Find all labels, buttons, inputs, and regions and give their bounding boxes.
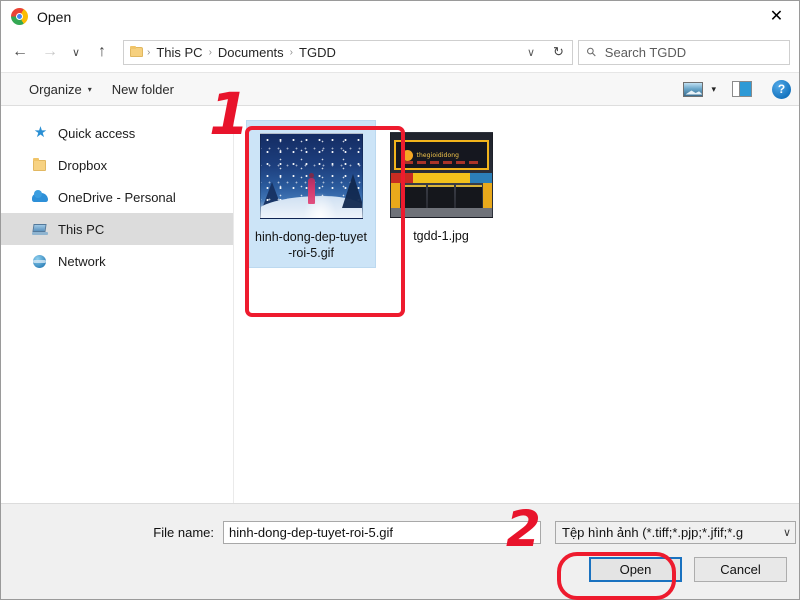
store-sign-decoration: thegioididong xyxy=(393,140,489,170)
sidebar-item-quick-access[interactable]: ★ Quick access xyxy=(1,117,233,149)
command-bar: Organize ▾ New folder ▾ ? xyxy=(1,72,799,106)
file-thumbnail-snowy-night xyxy=(259,133,363,219)
file-name-input[interactable]: hinh-dong-dep-tuyet-roi-5.gif xyxy=(223,521,541,544)
file-grid: hinh-dong-dep-tuyet-roi-5.gif thegioidid… xyxy=(246,120,799,268)
store-sign-text-decoration xyxy=(403,161,479,164)
computer-icon xyxy=(32,221,49,237)
chevron-down-icon: ▾ xyxy=(87,84,92,94)
chevron-down-icon[interactable]: ∨ xyxy=(523,46,543,59)
chevron-down-icon[interactable]: ▾ xyxy=(703,84,726,95)
organize-label: Organize xyxy=(29,81,82,97)
network-globe-icon xyxy=(32,253,49,269)
chevron-down-icon: ∨ xyxy=(782,527,791,539)
search-icon: ⚲ xyxy=(583,43,600,61)
organize-button[interactable]: Organize ▾ xyxy=(19,77,102,101)
refresh-button[interactable]: ↻ xyxy=(545,39,573,65)
recent-locations-button[interactable]: ∨ xyxy=(65,37,87,67)
store-front-decoration xyxy=(390,183,492,217)
navigation-bar: ← → ∨ ↑ › This PC › Documents › TGDD ∨ ↻… xyxy=(1,32,799,72)
preview-pane-right xyxy=(740,82,751,96)
sidebar-item-label: OneDrive - Personal xyxy=(58,189,176,205)
sidebar-item-onedrive[interactable]: OneDrive - Personal xyxy=(1,181,233,213)
up-button[interactable]: ↑ xyxy=(87,37,117,67)
store-brand-label: thegioididong xyxy=(416,151,460,159)
file-list-view[interactable]: hinh-dong-dep-tuyet-roi-5.gif thegioidid… xyxy=(234,106,799,503)
new-folder-button[interactable]: New folder xyxy=(102,77,184,101)
folder-icon xyxy=(32,157,49,173)
dialog-buttons: Open Cancel xyxy=(589,557,787,582)
sidebar-item-network[interactable]: Network xyxy=(1,245,233,277)
open-file-dialog: Open ✕ ← → ∨ ↑ › This PC › Documents › T… xyxy=(0,0,800,600)
search-input[interactable]: ⚲ Search TGDD xyxy=(578,39,790,65)
star-icon: ★ xyxy=(33,124,48,141)
sidebar-item-label: Quick access xyxy=(58,125,136,141)
search-placeholder: Search TGDD xyxy=(604,44,687,60)
sidebar-item-label: This PC xyxy=(58,221,105,237)
file-name-label-text: File name: xyxy=(153,525,214,540)
file-type-value: Tệp hình ảnh (*.tiff;*.pjp;*.jfif;*.g xyxy=(562,525,744,540)
breadcrumb-item-this-pc[interactable]: This PC xyxy=(151,45,207,60)
store-logo-icon xyxy=(401,149,413,161)
file-item-jpg[interactable]: thegioididong tgdd-1.jpg xyxy=(376,120,506,250)
cloud-icon xyxy=(32,189,49,205)
forward-button[interactable]: → xyxy=(35,37,65,67)
tree-right-decoration xyxy=(341,174,362,208)
help-icon[interactable]: ? xyxy=(772,79,791,99)
open-button[interactable]: Open xyxy=(589,557,682,582)
sidebar-item-dropbox[interactable]: Dropbox xyxy=(1,149,233,181)
sidebar-item-this-pc[interactable]: This PC xyxy=(1,213,233,245)
breadcrumb-item-documents[interactable]: Documents xyxy=(213,45,289,60)
preview-pane-icon[interactable] xyxy=(732,81,752,97)
file-name-label: tgdd-1.jpg xyxy=(413,229,469,243)
back-button[interactable]: ← xyxy=(5,37,35,67)
navigation-sidebar: ★ Quick access Dropbox OneDrive - Person… xyxy=(1,106,234,503)
store-banner-decoration xyxy=(390,173,492,183)
file-name-label: hinh-dong-dep-tuyet-roi-5.gif xyxy=(255,230,367,260)
cancel-button[interactable]: Cancel xyxy=(694,557,787,582)
chrome-logo-icon xyxy=(11,8,28,25)
file-thumbnail-storefront: thegioididong xyxy=(389,132,493,218)
dialog-footer: File name: hinh-dong-dep-tuyet-roi-5.gif… xyxy=(1,503,799,599)
preview-pane-left xyxy=(733,82,740,96)
file-name-row: File name: hinh-dong-dep-tuyet-roi-5.gif… xyxy=(1,521,799,544)
title-bar: Open ✕ xyxy=(1,1,799,32)
store-floor-decoration xyxy=(390,208,492,217)
folder-icon xyxy=(130,46,144,58)
dialog-body: ★ Quick access Dropbox OneDrive - Person… xyxy=(1,106,799,503)
view-mode-picture-icon[interactable] xyxy=(683,81,704,97)
sidebar-item-label: Network xyxy=(58,253,106,269)
window-title: Open xyxy=(37,8,72,25)
breadcrumb-item-tgdd[interactable]: TGDD xyxy=(294,45,341,60)
close-icon[interactable]: ✕ xyxy=(754,2,799,32)
sidebar-item-label: Dropbox xyxy=(58,157,108,173)
file-type-dropdown[interactable]: Tệp hình ảnh (*.tiff;*.pjp;*.jfif;*.g ∨ xyxy=(555,521,796,544)
breadcrumb[interactable]: › This PC › Documents › TGDD ∨ xyxy=(123,39,546,65)
person-figure-decoration xyxy=(308,173,315,204)
file-item-gif[interactable]: hinh-dong-dep-tuyet-roi-5.gif xyxy=(246,120,376,268)
